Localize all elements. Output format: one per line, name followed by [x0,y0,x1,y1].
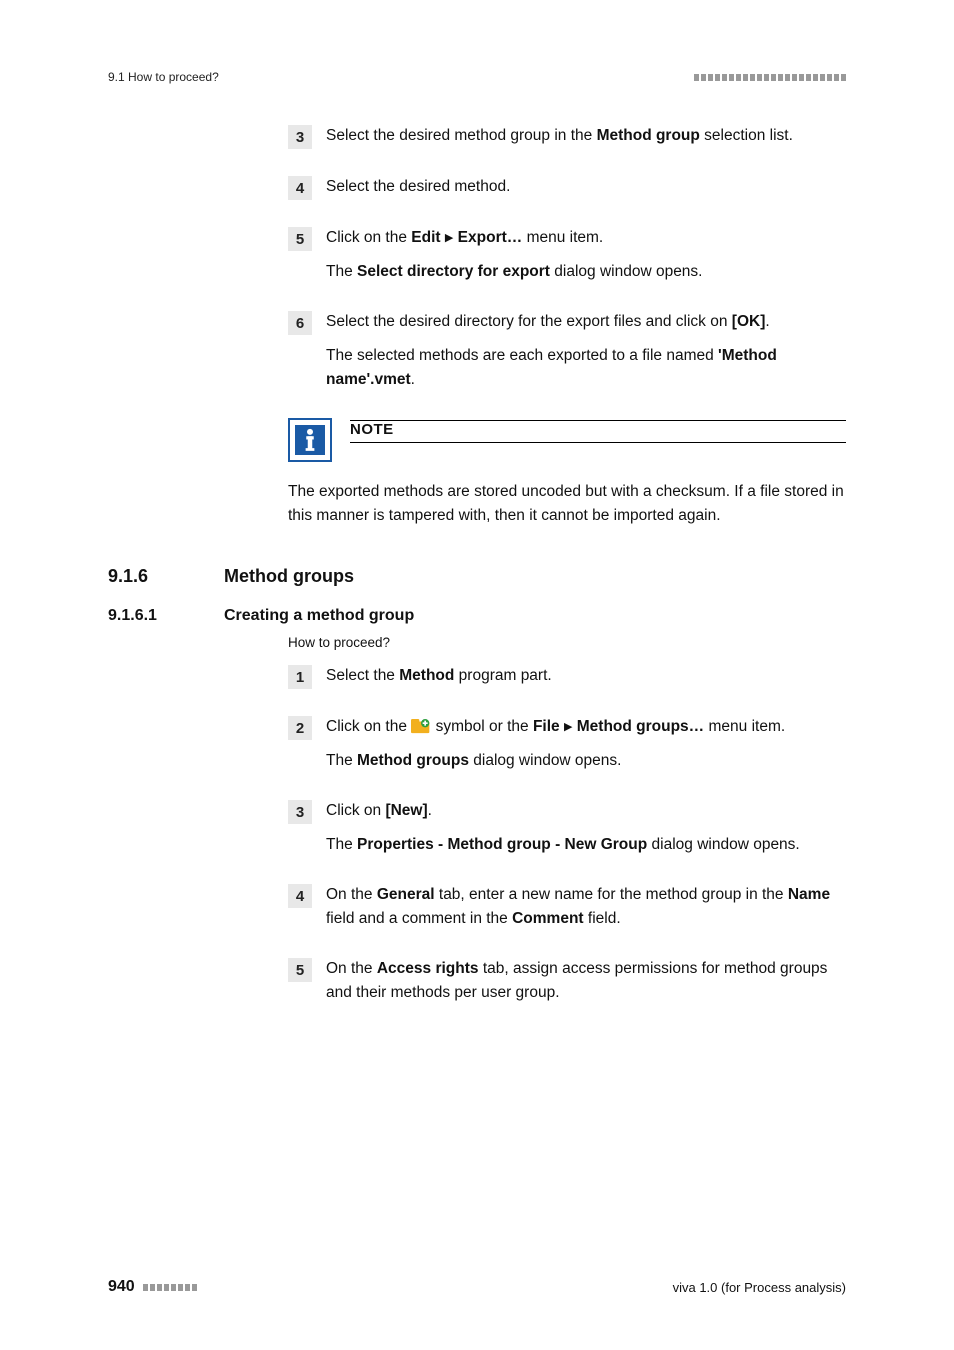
bold-text: Edit [411,229,440,246]
note-block: NOTE The exported methods are stored unc… [288,418,846,528]
menu-separator-icon: ▶ [564,721,572,733]
step-number: 1 [288,665,312,689]
info-icon [288,418,332,462]
bold-text: Select directory for export [357,263,550,280]
step-item: 4 On the General tab, enter a new name fo… [288,883,846,931]
procedure-label: How to proceed? [288,635,846,650]
step-item: 2 Click on the symbol or the File ▶ Metho… [288,715,846,773]
step-body: On the Access rights tab, assign access … [326,957,846,1005]
step-paragraph: Select the desired method. [326,175,846,199]
step-list-a: 3 Select the desired method group in the … [288,124,846,392]
bold-text: Method [399,667,454,684]
step-paragraph: Select the desired directory for the exp… [326,310,846,334]
step-paragraph: Select the desired method group in the M… [326,124,846,148]
bold-text: File [533,718,560,735]
note-title: NOTE [350,421,846,438]
step-body: Select the desired directory for the exp… [326,310,846,392]
bold-text: [OK] [732,313,766,330]
heading-2: 9.1.6 Method groups [108,566,846,587]
footer-decoration [143,1284,197,1291]
section-label: 9.1 How to proceed? [108,70,219,84]
bold-text: 'Method name'.vmet [326,347,777,388]
step-paragraph: On the General tab, enter a new name for… [326,883,846,931]
step-number: 2 [288,716,312,740]
footer-doc-title: viva 1.0 (for Process analysis) [673,1280,846,1295]
bold-text: Name [788,886,830,903]
bold-text: General [377,886,435,903]
note-text: The exported methods are stored uncoded … [288,480,846,528]
bold-text: Properties - Method group - New Group [357,836,647,853]
step-item: 3 Select the desired method group in the … [288,124,846,149]
bold-text: Comment [512,910,583,927]
heading-2-title: Method groups [224,566,354,587]
step-number: 5 [288,227,312,251]
step-body: On the General tab, enter a new name for… [326,883,846,931]
step-body: Click on the symbol or the File ▶ Method… [326,715,846,773]
step-number: 4 [288,176,312,200]
step-number: 6 [288,311,312,335]
step-paragraph: The Properties - Method group - New Grou… [326,833,846,857]
page-footer: 940 viva 1.0 (for Process analysis) [108,1278,846,1296]
step-item: 4 Select the desired method. [288,175,846,200]
heading-3-title: Creating a method group [224,607,414,625]
step-paragraph: Click on the Edit ▶ Export… menu item. [326,226,846,250]
bold-text: Export… [458,229,523,246]
bold-text: Access rights [377,960,479,977]
step-item: 3 Click on [New]. The Properties - Method … [288,799,846,857]
step-number: 3 [288,125,312,149]
step-item: 5 Click on the Edit ▶ Export… menu item. T… [288,226,846,284]
running-header: 9.1 How to proceed? [108,70,846,84]
folder-icon [411,718,431,734]
menu-separator-icon: ▶ [445,232,453,244]
step-body: Click on [New]. The Properties - Method g… [326,799,846,857]
step-item: 1 Select the Method program part. [288,664,846,689]
bold-text: Method groups [357,752,469,769]
heading-3: 9.1.6.1 Creating a method group [108,607,846,625]
step-number: 5 [288,958,312,982]
step-paragraph: The Method groups dialog window opens. [326,749,846,773]
step-paragraph: The selected methods are each exported t… [326,344,846,392]
heading-3-number: 9.1.6.1 [108,607,198,625]
step-list-b: 1 Select the Method program part. 2 Click o… [288,664,846,1005]
bold-text: [New] [385,802,427,819]
step-number: 4 [288,884,312,908]
step-body: Select the Method program part. [326,664,846,689]
step-paragraph: Click on the symbol or the File ▶ Method… [326,715,846,739]
page-number: 940 [108,1278,135,1296]
step-item: 5 On the Access rights tab, assign access… [288,957,846,1005]
step-paragraph: Select the Method program part. [326,664,846,688]
step-item: 6 Select the desired directory for the ex… [288,310,846,392]
step-paragraph: On the Access rights tab, assign access … [326,957,846,1005]
step-body: Select the desired method. [326,175,846,200]
heading-2-number: 9.1.6 [108,566,198,587]
header-decoration [694,74,846,81]
bold-text: Method group [597,127,700,144]
step-body: Click on the Edit ▶ Export… menu item. Th… [326,226,846,284]
step-paragraph: Click on [New]. [326,799,846,823]
step-number: 3 [288,800,312,824]
bold-text: Method groups… [577,718,704,735]
step-paragraph: The Select directory for export dialog w… [326,260,846,284]
step-body: Select the desired method group in the M… [326,124,846,149]
